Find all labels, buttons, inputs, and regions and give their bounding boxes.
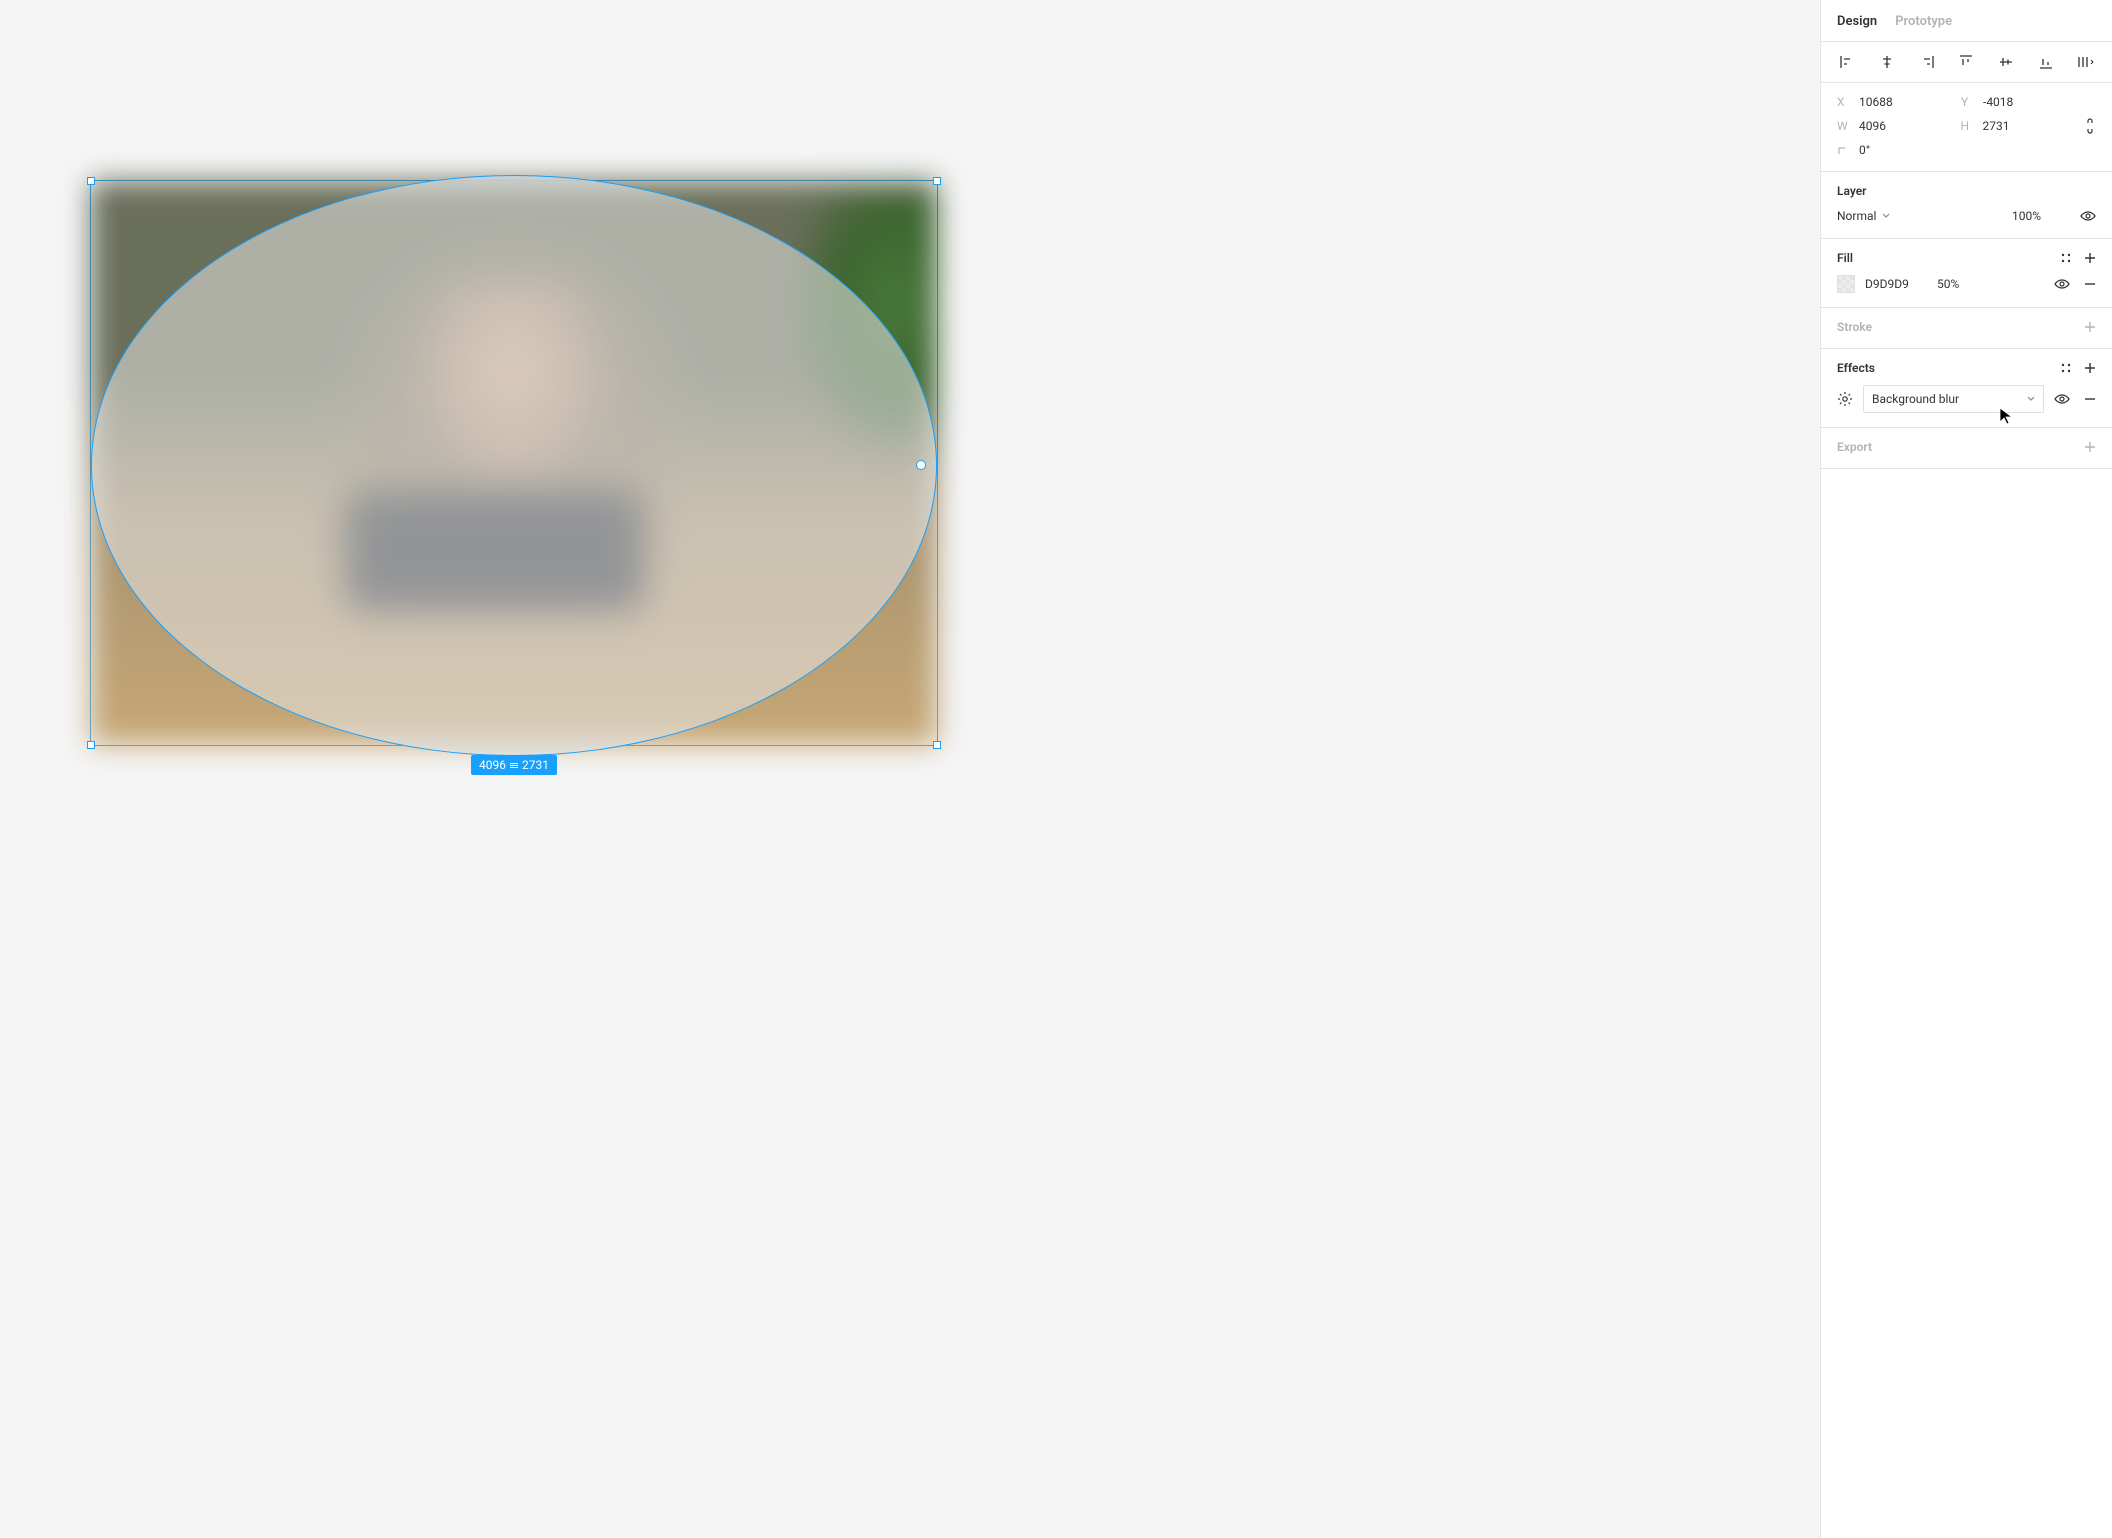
selection-frame[interactable]: 4096 2731 — [90, 180, 938, 746]
blend-mode-select[interactable]: Normal — [1837, 209, 2004, 223]
resize-handle-bottom-right[interactable] — [933, 741, 941, 749]
transform-section: X 10688 Y -4018 W 4096 H 2731 — [1821, 83, 2112, 172]
ellipse-radius-handle[interactable] — [916, 460, 926, 470]
blend-mode-value: Normal — [1837, 209, 1876, 223]
effect-settings-icon[interactable] — [1837, 391, 1853, 407]
layer-visibility-icon[interactable] — [2080, 208, 2096, 224]
w-field[interactable]: W 4096 — [1837, 119, 1949, 133]
y-field[interactable]: Y -4018 — [1961, 95, 2073, 109]
x-label: X — [1837, 95, 1851, 109]
align-center-vertical-icon[interactable] — [1996, 52, 2016, 72]
effects-section: Effects Background blur — [1821, 349, 2112, 428]
properties-panel: Design Prototype — [1820, 0, 2112, 1538]
h-field[interactable]: H 2731 — [1961, 119, 2073, 133]
resize-handle-top-left[interactable] — [87, 177, 95, 185]
stroke-title: Stroke — [1837, 320, 1872, 334]
align-top-icon[interactable] — [1956, 52, 1976, 72]
add-effect-icon[interactable] — [2084, 362, 2096, 374]
layer-section: Layer Normal 100% — [1821, 172, 2112, 239]
effects-styles-icon[interactable] — [2060, 362, 2072, 374]
layer-opacity-field[interactable]: 100% — [2012, 209, 2072, 223]
w-value[interactable]: 4096 — [1859, 119, 1886, 133]
remove-effect-icon[interactable] — [2084, 393, 2096, 405]
remove-fill-icon[interactable] — [2084, 278, 2096, 290]
layer-opacity-value: 100% — [2012, 209, 2041, 223]
add-fill-icon[interactable] — [2084, 252, 2096, 264]
fill-swatch[interactable] — [1837, 275, 1855, 293]
y-label: Y — [1961, 95, 1975, 109]
fill-visibility-icon[interactable] — [2054, 276, 2070, 292]
fill-title: Fill — [1837, 251, 1853, 265]
tab-prototype[interactable]: Prototype — [1895, 14, 1952, 29]
stroke-section: Stroke — [1821, 308, 2112, 349]
fill-section: Fill D9D9D9 50% — [1821, 239, 2112, 308]
add-export-icon[interactable] — [2084, 441, 2096, 453]
resize-handle-top-right[interactable] — [933, 177, 941, 185]
canvas[interactable]: 4096 2731 — [0, 0, 1820, 1538]
panel-tabs: Design Prototype — [1821, 0, 2112, 42]
size-badge: 4096 2731 — [471, 755, 557, 775]
size-badge-width: 4096 — [479, 758, 506, 772]
size-badge-height: 2731 — [522, 758, 549, 772]
size-badge-separator-icon — [510, 763, 518, 768]
chevron-down-icon — [1882, 213, 1890, 219]
layer-title: Layer — [1837, 184, 1867, 198]
effects-title: Effects — [1837, 361, 1875, 375]
h-label: H — [1961, 119, 1975, 133]
export-title: Export — [1837, 440, 1872, 454]
align-bottom-icon[interactable] — [2036, 52, 2056, 72]
blur-ellipse[interactable] — [91, 175, 937, 756]
effect-visibility-icon[interactable] — [2054, 391, 2070, 407]
fill-styles-icon[interactable] — [2060, 252, 2072, 264]
chevron-down-icon — [2027, 396, 2035, 402]
align-center-horizontal-icon[interactable] — [1877, 52, 1897, 72]
fill-opacity-field[interactable]: 50% — [1937, 277, 1977, 291]
resize-handle-bottom-left[interactable] — [87, 741, 95, 749]
x-field[interactable]: X 10688 — [1837, 95, 1949, 109]
align-left-icon[interactable] — [1837, 52, 1857, 72]
w-label: W — [1837, 119, 1851, 133]
alignment-row — [1821, 42, 2112, 83]
rotation-value[interactable]: 0° — [1859, 143, 1870, 157]
align-right-icon[interactable] — [1917, 52, 1937, 72]
effect-type-value: Background blur — [1872, 392, 1959, 406]
effect-type-select[interactable]: Background blur — [1863, 385, 2044, 413]
constrain-proportions-icon[interactable] — [2084, 117, 2096, 135]
tab-design[interactable]: Design — [1837, 14, 1877, 29]
rotation-icon — [1837, 144, 1851, 156]
y-value[interactable]: -4018 — [1983, 95, 2013, 109]
add-stroke-icon[interactable] — [2084, 321, 2096, 333]
fill-hex-field[interactable]: D9D9D9 — [1865, 277, 1927, 291]
align-more-icon[interactable] — [2076, 52, 2096, 72]
x-value[interactable]: 10688 — [1859, 95, 1893, 109]
export-section: Export — [1821, 428, 2112, 469]
h-value[interactable]: 2731 — [1983, 119, 2010, 133]
rotation-field[interactable]: 0° — [1837, 143, 1949, 157]
